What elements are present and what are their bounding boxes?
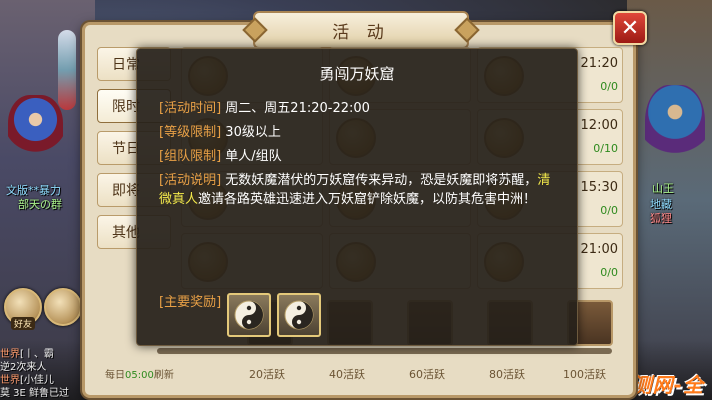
reward-item[interactable] <box>227 293 271 337</box>
activity-count: 0/0 <box>600 266 618 279</box>
taiji-icon <box>234 300 264 330</box>
activity-count: 0/0 <box>600 204 618 217</box>
row-tag: [活动说明] <box>159 173 222 188</box>
daily-time: 05:00 <box>125 370 154 381</box>
milestone-label: 40活跃 <box>329 368 365 381</box>
milestone-label: 60活跃 <box>409 368 445 381</box>
chat-bubble-icon[interactable] <box>44 288 82 326</box>
close-button[interactable]: ✕ <box>613 11 647 45</box>
activity-count: 0/10 <box>593 142 618 155</box>
npc-name-tag: 山王 <box>652 182 674 195</box>
row-tag: [活动时间] <box>159 101 222 116</box>
progress-track <box>157 348 612 354</box>
description-text: 邀请各路英雄迅速进入万妖窟铲除妖魔，以防其危害中洲！ <box>198 192 537 207</box>
row-value: 30级以上 <box>225 125 281 140</box>
row-tag: [等级限制] <box>159 125 222 140</box>
npc-character[interactable] <box>645 85 705 175</box>
activity-count: 0/0 <box>600 80 618 93</box>
chat-text: [丨、霸 <box>20 349 54 360</box>
daily-prefix: 每日 <box>105 370 125 381</box>
reward-label: [主要奖励] <box>159 295 222 310</box>
detail-row-time: [活动时间] 周二、周五21:20-22:00 <box>159 99 370 118</box>
milestone-label: 100活跃 <box>563 368 606 381</box>
milestone-label: 20活跃 <box>249 368 285 381</box>
character-sprite <box>58 30 76 110</box>
row-tag: [组队限制] <box>159 149 222 164</box>
chat-text: [小佳儿 <box>20 375 54 386</box>
activity-detail-popup: 勇闯万妖窟 [活动时间] 周二、周五21:20-22:00 [等级限制] 30级… <box>136 48 578 346</box>
popup-title: 勇闯万妖窟 <box>319 65 395 83</box>
activity-time: 12:00 <box>580 118 618 133</box>
player-character[interactable] <box>8 95 63 165</box>
activity-time: 15:30 <box>580 180 618 195</box>
friends-button[interactable]: 好友 <box>4 288 42 330</box>
friends-label: 好友 <box>10 317 35 330</box>
chat-text: 莫 3E 鲜鲁已过 <box>0 388 70 399</box>
chat-channel: 世界 <box>0 349 20 360</box>
daily-suffix: 刷新 <box>153 370 174 381</box>
description-text: 无数妖魔潜伏的万妖窟传来异动，恐是妖魔即将苏醒， <box>225 173 538 188</box>
chat-channel: 世界 <box>0 375 20 386</box>
daily-refresh: 每日05:00刷新 <box>105 366 174 381</box>
activity-time: 21:20 <box>580 56 618 71</box>
panel-title: 活 动 <box>332 22 390 43</box>
activity-time: 21:00 <box>580 242 618 257</box>
row-value: 单人/组队 <box>225 149 282 164</box>
detail-row-level: [等级限制] 30级以上 <box>159 123 281 142</box>
row-value: 周二、周五21:20-22:00 <box>225 101 370 116</box>
detail-row-team: [组队限制] 单人/组队 <box>159 147 282 166</box>
reward-item[interactable] <box>277 293 321 337</box>
milestone-label: 80活跃 <box>489 368 525 381</box>
detail-row-description: [活动说明] 无数妖魔潜伏的万妖窟传来异动，恐是妖魔即将苏醒，清微真人邀请各路英… <box>159 171 557 209</box>
chat-text: 逆2次来人 <box>0 362 47 373</box>
player-name-tag: 部天の群 <box>18 198 62 211</box>
taiji-icon <box>284 300 314 330</box>
npc-name-tag: 狐狸 <box>650 212 672 225</box>
panel-title-bar: 活 动 <box>253 11 469 49</box>
